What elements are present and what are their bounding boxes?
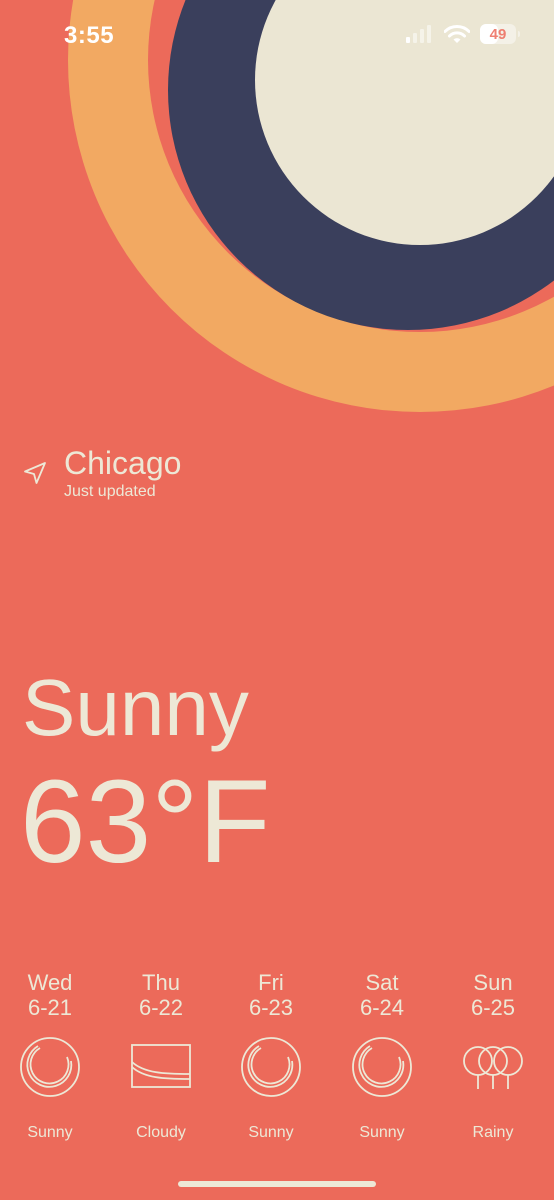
forecast-condition: Cloudy <box>136 1124 186 1141</box>
battery-icon: 49 <box>480 24 520 44</box>
forecast-day[interactable]: Sat 6-24 Sunny <box>327 970 437 1143</box>
forecast-condition: Rainy <box>472 1124 514 1141</box>
forecast-day-date: 6-21 <box>27 995 73 1020</box>
cellular-signal-icon <box>406 25 431 43</box>
forecast-day-name: Sat <box>365 970 399 995</box>
location-text: Chicago Just updated <box>64 444 181 502</box>
sunny-icon <box>352 1037 412 1097</box>
current-temperature: 63°F <box>20 756 271 888</box>
location-arrow-icon <box>24 462 46 484</box>
battery-cap <box>518 31 520 37</box>
forecast-day[interactable]: Wed 6-21 Sunny <box>0 970 105 1143</box>
city-name: Chicago <box>64 445 182 481</box>
sunny-icon <box>20 1037 80 1097</box>
wifi-icon <box>444 24 470 43</box>
home-indicator[interactable] <box>178 1181 376 1187</box>
updated-status: Just updated <box>64 483 156 500</box>
cloudy-icon <box>131 1044 191 1088</box>
forecast-day-name: Fri <box>258 970 284 995</box>
status-time: 3:55 <box>64 22 115 49</box>
forecast-day[interactable]: Fri 6-23 Sunny <box>216 970 326 1143</box>
forecast-day[interactable]: Sun 6-25 Rainy <box>438 970 548 1143</box>
location-header[interactable]: Chicago Just updated <box>22 444 181 502</box>
status-bar: 3:55 49 <box>0 0 554 74</box>
forecast-day-name: Sun <box>473 970 513 995</box>
forecast-day-name: Wed <box>27 970 73 995</box>
forecast-day-date: 6-24 <box>359 995 405 1020</box>
status-icons: 49 <box>406 24 520 44</box>
sunny-icon <box>241 1037 301 1097</box>
forecast-day-date: 6-22 <box>138 995 184 1020</box>
rainy-icon <box>463 1046 523 1089</box>
forecast-day-date: 6-25 <box>470 995 516 1020</box>
forecast-row: Wed 6-21 Sunny Thu 6-22 Cloudy Fri 6-23 … <box>0 970 554 1160</box>
forecast-condition: Sunny <box>248 1124 294 1141</box>
forecast-condition: Sunny <box>359 1124 405 1141</box>
forecast-day-name: Thu <box>142 970 180 995</box>
forecast-condition: Sunny <box>27 1124 73 1141</box>
current-condition: Sunny <box>22 663 249 752</box>
forecast-day-date: 6-23 <box>248 995 294 1020</box>
forecast-day[interactable]: Thu 6-22 Cloudy <box>106 970 216 1143</box>
battery-percent: 49 <box>489 25 507 43</box>
